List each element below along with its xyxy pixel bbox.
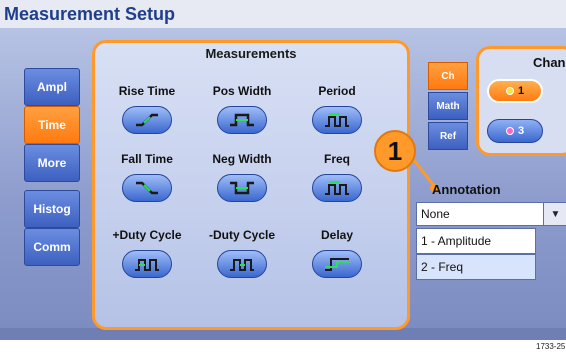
callout-leader-line xyxy=(412,159,438,192)
annotation-selected-value: None xyxy=(421,207,450,221)
annotation-option-amplitude[interactable]: 1 - Amplitude xyxy=(416,228,536,254)
annotation-dropdown[interactable]: None ▼ xyxy=(416,202,566,226)
measurement-setup-window: Measurement Setup Ampl Time More Histog … xyxy=(0,0,566,340)
annotation-option-freq[interactable]: 2 - Freq xyxy=(416,254,536,280)
callout-marker: 1 xyxy=(374,130,416,172)
annotation-label: Annotation xyxy=(432,182,501,197)
figure-id: 1733-25 xyxy=(536,342,566,351)
dropdown-arrow-icon[interactable]: ▼ xyxy=(543,203,566,225)
